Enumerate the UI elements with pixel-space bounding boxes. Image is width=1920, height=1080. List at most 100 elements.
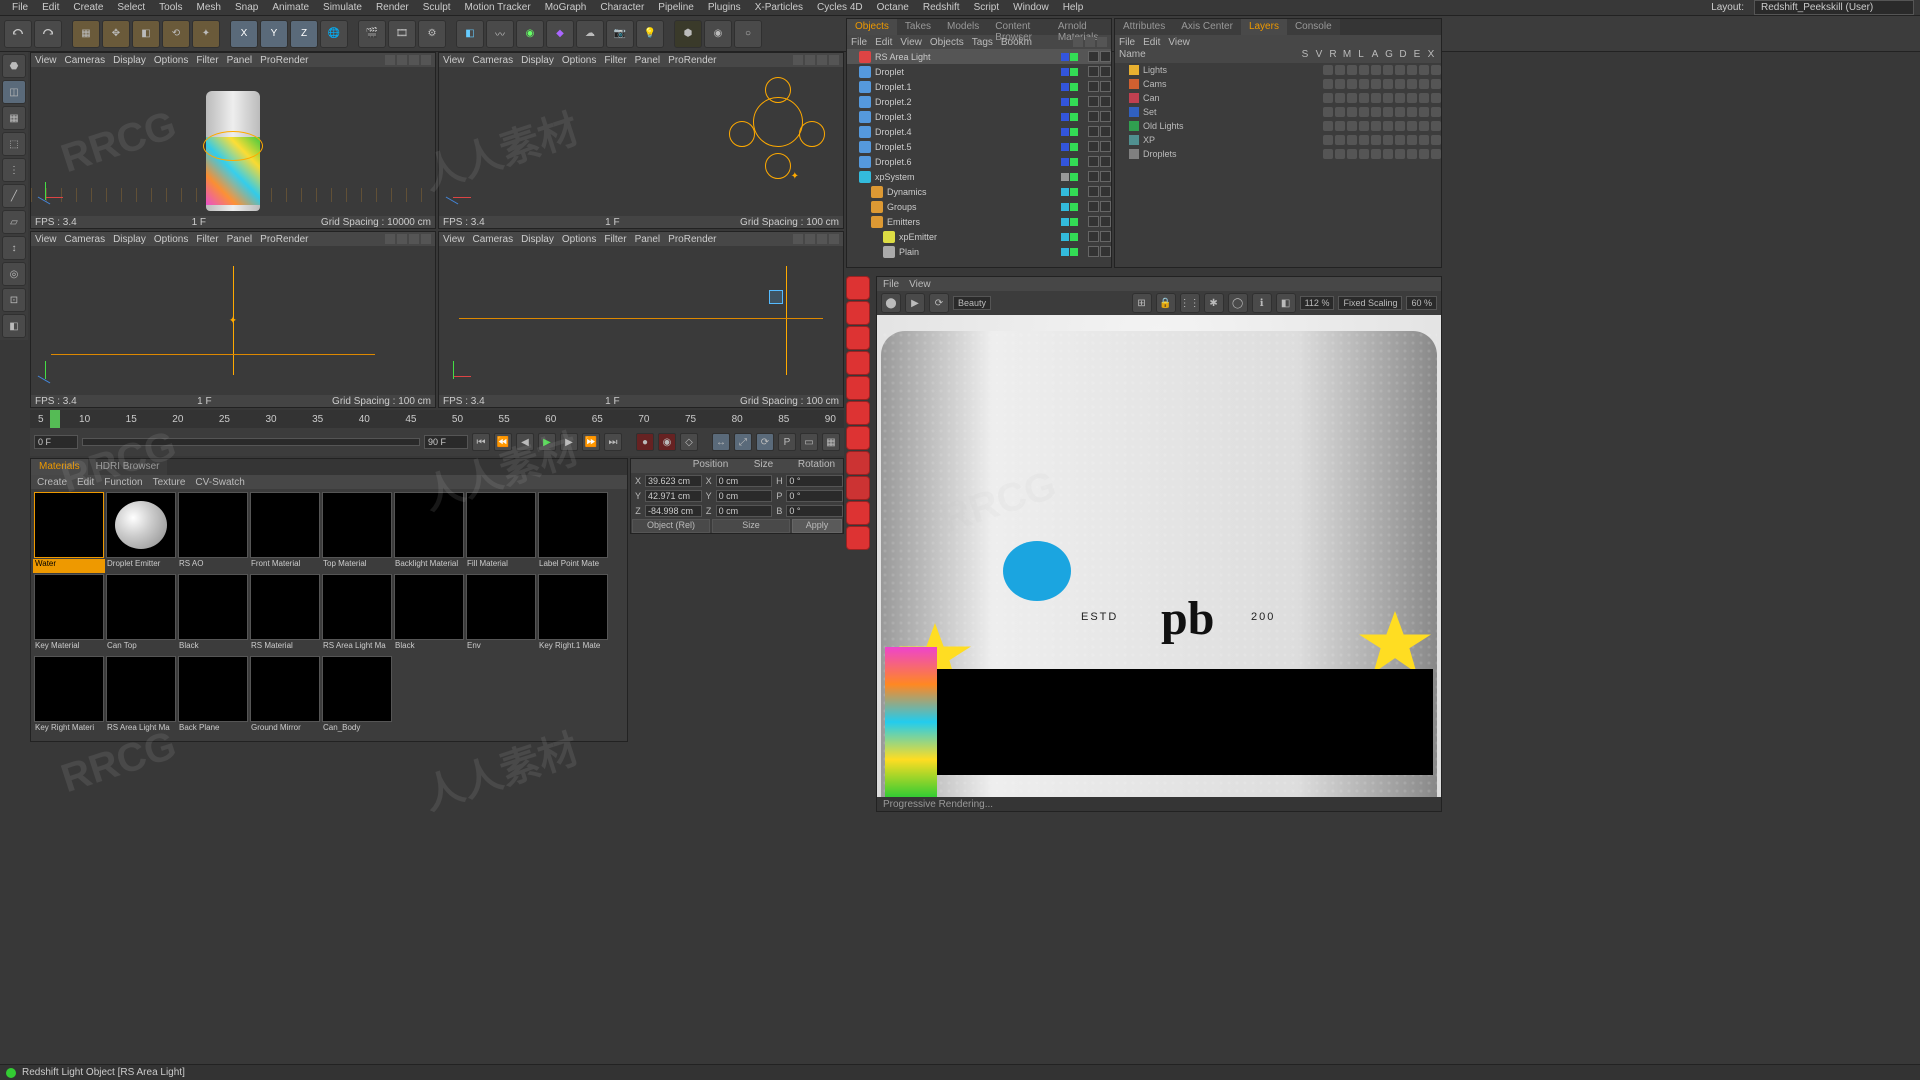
tab-materials[interactable]: Materials [31,459,88,475]
point-mode-button[interactable]: ⋮ [2,158,26,182]
vp-nav-icon[interactable] [793,234,803,244]
vp-menu-display[interactable]: Display [113,234,146,245]
vp-menu-panel[interactable]: Panel [227,234,253,245]
rs-proxy-button[interactable] [846,426,870,450]
vp-menu-view[interactable]: View [443,234,465,245]
object-row[interactable]: RS Area Light [847,49,1111,64]
tab-takes[interactable]: Takes [897,19,939,35]
material-item[interactable]: RS AO [177,491,249,573]
rv-bucket-icon[interactable]: ✱ [1204,293,1224,313]
menu-octane[interactable]: Octane [871,2,915,13]
record-button[interactable]: ● [636,433,654,451]
vp-menu-prorender[interactable]: ProRender [668,55,716,66]
vp-nav-icon[interactable] [829,55,839,65]
tab-models[interactable]: Models [939,19,987,35]
menu-character[interactable]: Character [594,2,650,13]
obj-menu-tags[interactable]: Tags [972,37,993,48]
material-item[interactable]: Backlight Material [393,491,465,573]
undo-button[interactable] [4,20,32,48]
rv-play-button[interactable]: ▶ [905,293,925,313]
menu-file[interactable]: File [6,2,34,13]
object-row[interactable]: Emitters [847,214,1111,229]
viewport-front[interactable]: ViewCamerasDisplayOptionsFilterPanelProR… [438,231,844,408]
viewport-right[interactable]: ViewCamerasDisplayOptionsFilterPanelProR… [30,231,436,408]
material-item[interactable]: Key Right Materi [33,655,105,737]
menu-select[interactable]: Select [111,2,151,13]
object-row[interactable]: xpSystem [847,169,1111,184]
menu-script[interactable]: Script [968,2,1006,13]
vp-menu-display[interactable]: Display [521,55,554,66]
vp-menu-view[interactable]: View [443,55,465,66]
range-slider[interactable] [82,438,420,446]
menu-sculpt[interactable]: Sculpt [417,2,457,13]
poly-mode-button[interactable]: ▱ [2,210,26,234]
obj-menu-view[interactable]: View [900,37,922,48]
material-item[interactable]: Black [177,573,249,655]
snap-button[interactable]: ⊡ [2,288,26,312]
move-button[interactable]: ✥ [102,20,130,48]
make-editable-button[interactable]: ⬣ [2,54,26,78]
mat-menu-texture[interactable]: Texture [153,477,186,488]
add-spline-button[interactable]: 〰 [486,20,514,48]
selected-light[interactable] [769,290,783,304]
vp-nav-icon[interactable] [793,55,803,65]
layer-row[interactable]: Set [1115,105,1441,119]
rs-renderview-button[interactable] [846,276,870,300]
material-item[interactable]: Key Material [33,573,105,655]
obj-menu-bookmarks[interactable]: Bookm [1001,37,1032,48]
layer-row[interactable]: XP [1115,133,1441,147]
model-mode-button[interactable]: ◫ [2,80,26,104]
vp-nav-icon[interactable] [805,234,815,244]
path-icon[interactable] [1097,37,1107,47]
rs-material-button[interactable] [846,351,870,375]
material-item[interactable]: Env [465,573,537,655]
object-row[interactable]: Droplet [847,64,1111,79]
object-row[interactable]: Droplet.2 [847,94,1111,109]
tab-objects[interactable]: Objects [847,19,897,35]
coord-system-button[interactable]: 🌐 [320,20,348,48]
layer-row[interactable]: Cams [1115,77,1441,91]
vp-menu-display[interactable]: Display [113,55,146,66]
mat-menu-function[interactable]: Function [104,477,142,488]
menu-tools[interactable]: Tools [153,2,188,13]
object-tree[interactable]: RS Area LightDropletDroplet.1Droplet.2Dr… [847,49,1111,271]
vp-menu-view[interactable]: View [35,234,57,245]
light-target-circle[interactable] [729,121,755,147]
timeline-ruler[interactable]: 51015202530354045505560657075808590 [30,410,844,428]
vp-nav-icon[interactable] [409,55,419,65]
material-item[interactable]: Water [33,491,105,573]
rv-scaling-dropdown[interactable]: Fixed Scaling [1338,296,1402,310]
menu-plugins[interactable]: Plugins [702,2,747,13]
render-pictureviewer-button[interactable]: 🎞 [388,20,416,48]
tab-console[interactable]: Console [1287,19,1340,35]
search-icon[interactable] [1073,37,1083,47]
object-row[interactable]: Droplet.1 [847,79,1111,94]
layout-dropdown[interactable]: Redshift_Peekskill (User) [1754,0,1914,15]
rs-settings-button[interactable] [846,476,870,500]
material-item[interactable]: Front Material [249,491,321,573]
render-image[interactable]: pb ESTD 200 [877,315,1441,797]
add-generator-button[interactable]: ◉ [516,20,544,48]
material-item[interactable]: Top Material [321,491,393,573]
menu-window[interactable]: Window [1007,2,1055,13]
rs-light-button[interactable]: ○ [734,20,762,48]
cycles-button[interactable]: ◉ [704,20,732,48]
rv-snapshot-button[interactable]: ⊞ [1132,293,1152,313]
material-item[interactable]: Key Right.1 Mate [537,573,609,655]
goto-nextkey-button[interactable]: ⏩ [582,433,600,451]
add-deformer-button[interactable]: ◆ [546,20,574,48]
object-row[interactable]: xpEmitter [847,229,1111,244]
y-pos-field[interactable]: 42.971 cm [645,490,702,502]
rot-key-button[interactable]: ⟳ [756,433,774,451]
playhead[interactable] [50,410,60,428]
render-view-button[interactable]: 🎬 [358,20,386,48]
rotate-button[interactable]: ⟲ [162,20,190,48]
object-row[interactable]: Dynamics [847,184,1111,199]
material-item[interactable]: Black [393,573,465,655]
vp-menu-options[interactable]: Options [154,55,188,66]
obj-menu-file[interactable]: File [851,37,867,48]
enable-axis-button[interactable]: ↕ [2,236,26,260]
vp-nav-icon[interactable] [805,55,815,65]
filter-icon[interactable] [1085,37,1095,47]
vp-nav-icon[interactable] [397,234,407,244]
